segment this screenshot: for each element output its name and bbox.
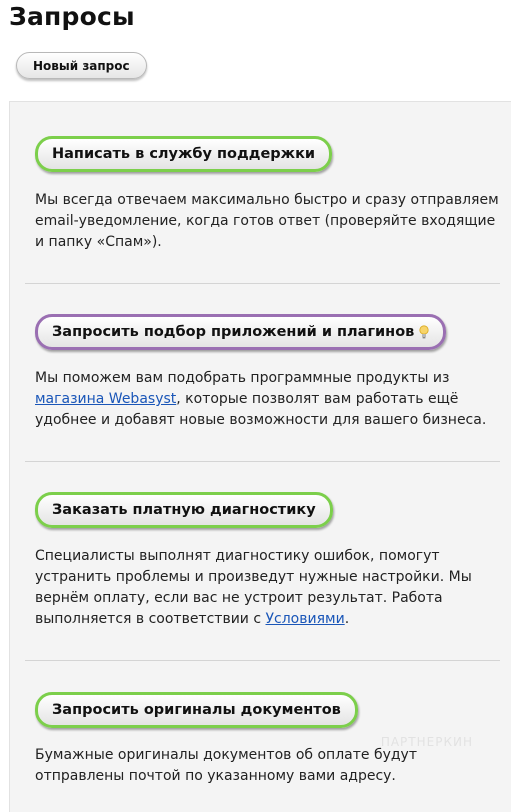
order-diagnostics-button[interactable]: Заказать платную диагностику <box>35 492 333 528</box>
lightbulb-icon <box>419 325 429 339</box>
webasyst-store-link[interactable]: магазина Webasyst <box>35 391 176 407</box>
order-diagnostics-label: Заказать платную диагностику <box>52 502 316 518</box>
app-selection-description: Мы поможем вам подобрать программные про… <box>35 368 505 431</box>
request-original-documents-button[interactable]: Запросить оригиналы документов <box>35 692 358 728</box>
app-selection-text-before: Мы поможем вам подобрать программные про… <box>35 370 450 386</box>
contact-support-label: Написать в службу поддержки <box>52 146 316 162</box>
request-app-selection-button[interactable]: Запросить подбор приложений и плагинов <box>35 314 447 350</box>
terms-link[interactable]: Условиями <box>266 611 345 627</box>
section-divider <box>25 461 500 462</box>
diagnostics-text-before: Специалисты выполнят диагностику ошибок,… <box>35 548 472 627</box>
requests-page: Запросы Новый запрос Написать в службу п… <box>0 0 511 812</box>
watermark: ПАРТНЕРКИН <box>380 735 473 749</box>
requests-panel: Написать в службу поддержки Мы всегда от… <box>9 101 511 812</box>
request-app-selection-label: Запросить подбор приложений и плагинов <box>52 324 415 340</box>
diagnostics-text-after: . <box>344 611 350 627</box>
section-divider <box>25 283 500 284</box>
request-original-documents-label: Запросить оригиналы документов <box>52 702 341 718</box>
page-title: Запросы <box>9 2 135 31</box>
documents-description: Бумажные оригиналы документов об оплате … <box>35 747 417 784</box>
contact-support-button[interactable]: Написать в службу поддержки <box>35 136 333 172</box>
support-description: Мы всегда отвечаем максимально быстро и … <box>35 192 499 250</box>
new-request-button[interactable]: Новый запрос <box>16 52 147 79</box>
diagnostics-description: Специалисты выполнят диагностику ошибок,… <box>35 546 505 630</box>
section-divider <box>25 660 500 661</box>
